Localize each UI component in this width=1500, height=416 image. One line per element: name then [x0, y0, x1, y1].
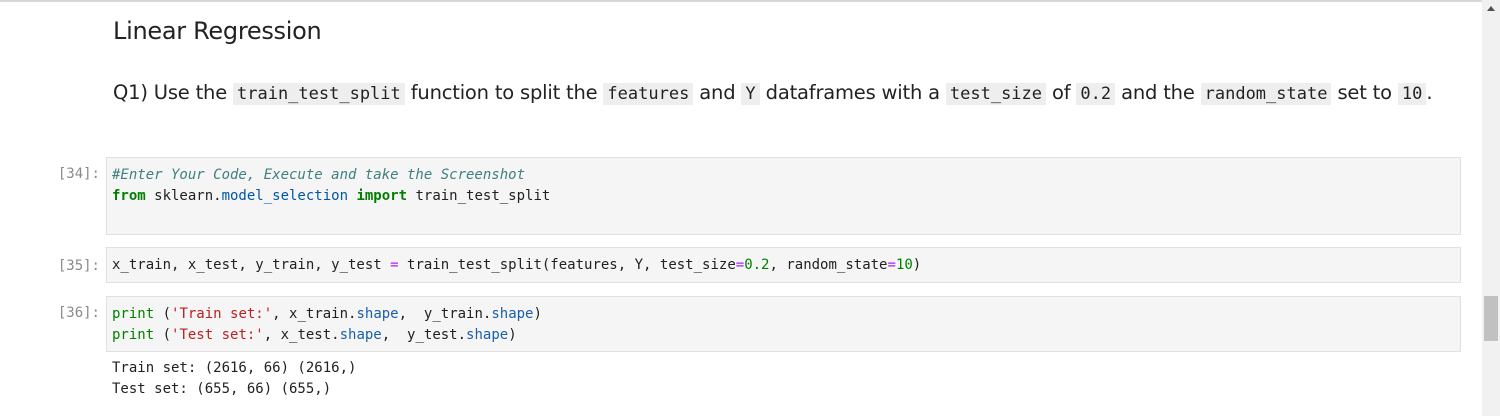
code-token: train_test_split — [407, 188, 551, 204]
code-token: ( — [154, 327, 172, 343]
output-line: Train set: (2616, 66) (2616,) — [112, 360, 357, 376]
question-text: dataframes with a — [759, 81, 946, 104]
code-token: , random_state — [769, 257, 888, 273]
cell-prompt-35: [35]: — [57, 258, 100, 274]
code-token: = — [390, 257, 399, 273]
inline-code: test_size — [945, 83, 1047, 105]
vertical-scrollbar[interactable] — [1482, 0, 1500, 416]
code-token: x_train, x_test, y_train, y_test — [112, 257, 391, 273]
inline-code: 0.2 — [1076, 83, 1116, 105]
output-line: Test set: (655, 66) (655,) — [112, 381, 332, 397]
question-text: set to — [1331, 81, 1398, 104]
code-token: #Enter Your Code, Execute and take the S… — [112, 167, 526, 183]
code-token: ) — [533, 306, 542, 322]
code-editor[interactable]: x_train, x_test, y_train, y_test = train… — [107, 248, 1460, 276]
code-token: 0.2 — [744, 257, 770, 273]
code-token: 10 — [895, 257, 913, 273]
inline-code: 10 — [1397, 83, 1427, 105]
code-token: shape — [466, 327, 509, 343]
code-editor[interactable]: print ('Train set:', x_train.shape, y_tr… — [107, 297, 1460, 346]
code-token: , y_test. — [381, 327, 467, 343]
question-text: Q1) Use the — [113, 81, 233, 104]
code-token: , x_train. — [272, 306, 357, 322]
inline-code: random_state — [1200, 83, 1332, 105]
code-token: 'Test set:' — [171, 327, 264, 343]
question-text: and the — [1115, 81, 1201, 104]
scrollbar-thumb[interactable] — [1484, 296, 1498, 341]
markdown-heading: Linear Regression — [113, 17, 322, 45]
code-token: ( — [154, 306, 172, 322]
inline-code: Y — [741, 83, 760, 105]
code-cell-35[interactable]: x_train, x_test, y_train, y_test = train… — [106, 247, 1461, 283]
code-token: train_test_split(features, Y, test_size — [398, 257, 736, 273]
code-token: = — [735, 257, 745, 273]
code-editor[interactable]: #Enter Your Code, Execute and take the S… — [107, 158, 1460, 207]
notebook-area: Linear Regression Q1) Use the train_test… — [0, 0, 1482, 416]
code-token: import — [356, 188, 408, 204]
inline-code: train_test_split — [233, 83, 405, 105]
code-token: , x_test. — [263, 327, 340, 343]
code-token: ) — [508, 327, 517, 343]
question-text: and — [693, 81, 742, 104]
code-token: sklearn. — [145, 188, 222, 204]
question-text: . — [1426, 81, 1433, 104]
code-token: shape — [356, 306, 399, 322]
code-token: = — [887, 257, 896, 273]
cell-prompt-34: [34]: — [57, 166, 100, 182]
code-token: 'Train set:' — [171, 306, 273, 322]
markdown-question: Q1) Use the train_test_split function to… — [113, 77, 1443, 110]
code-token: , y_train. — [398, 306, 492, 322]
code-token: model_selection — [221, 188, 349, 204]
inline-code: features — [603, 83, 694, 105]
code-cell-34[interactable]: #Enter Your Code, Execute and take the S… — [106, 157, 1461, 235]
cell-prompt-36: [36]: — [57, 305, 100, 321]
code-token: shape — [339, 327, 382, 343]
question-text: function to split the — [404, 81, 604, 104]
code-token: ) — [912, 257, 922, 273]
code-cell-36[interactable]: print ('Train set:', x_train.shape, y_tr… — [106, 296, 1461, 352]
question-text: of — [1046, 81, 1077, 104]
code-token: print — [112, 327, 155, 343]
cell-output: Train set: (2616, 66) (2616,) Test set: … — [112, 358, 356, 400]
code-token: shape — [491, 306, 534, 322]
scroll-up-icon[interactable] — [1487, 6, 1495, 11]
code-token: from — [112, 188, 146, 204]
code-token: print — [112, 306, 155, 322]
